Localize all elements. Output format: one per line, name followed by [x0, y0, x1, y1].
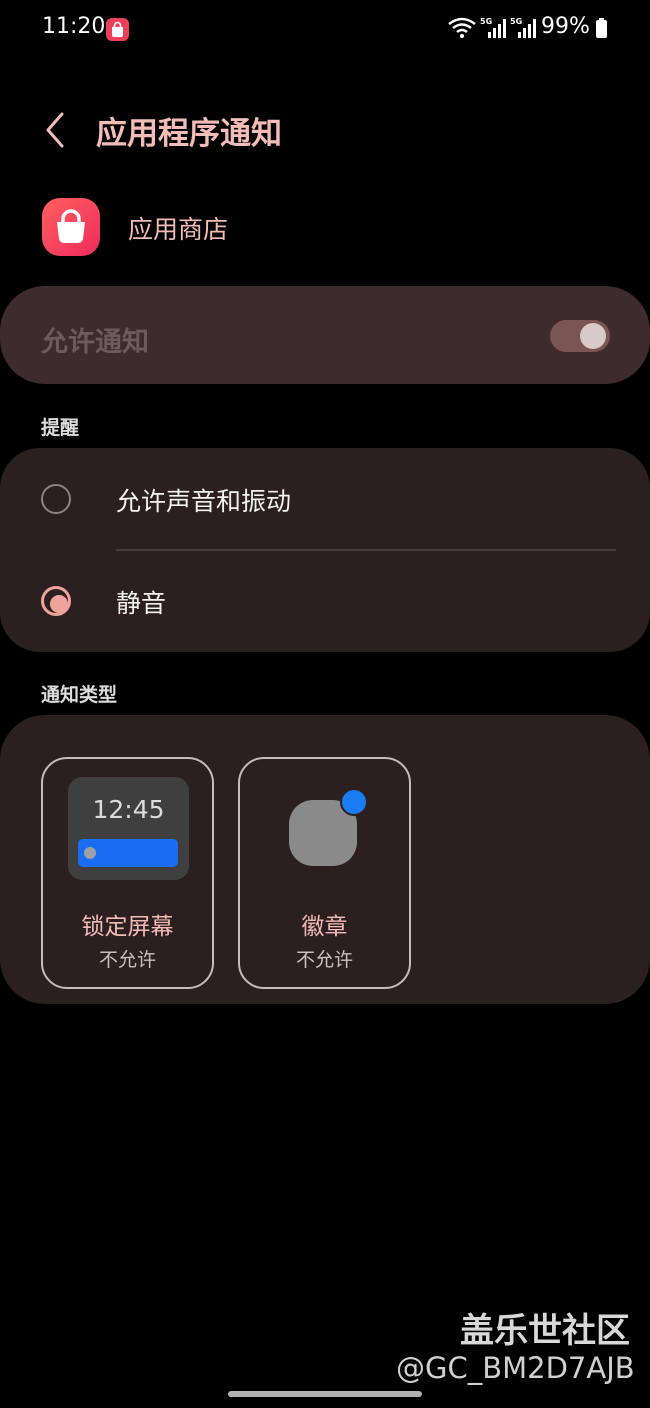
- badge-dot-icon: [340, 788, 368, 816]
- lock-preview-time: 12:45: [92, 795, 165, 824]
- home-indicator[interactable]: [228, 1391, 422, 1397]
- battery-percentage: 99%: [541, 14, 590, 39]
- app-name: 应用商店: [128, 215, 229, 244]
- badge-label: 徽章: [301, 914, 348, 940]
- back-button[interactable]: [42, 110, 74, 150]
- radio-selected-dot: [50, 595, 68, 613]
- shopping-bag-icon: [42, 198, 100, 256]
- lock-preview-dot: [84, 847, 96, 859]
- radio-sound-vibrate[interactable]: [41, 484, 71, 514]
- divider: [116, 549, 616, 551]
- svg-text:5G: 5G: [480, 17, 492, 26]
- option-sound-vibrate-label[interactable]: 允许声音和振动: [116, 482, 291, 518]
- watermark-site: 盖乐世社区: [460, 1311, 630, 1351]
- app-store-notification-icon: [106, 18, 129, 41]
- allow-notifications-label: 允许通知: [41, 327, 149, 358]
- chevron-left-icon: [46, 112, 64, 148]
- status-time: 11:20: [42, 14, 106, 39]
- wifi-icon: [447, 16, 477, 44]
- notification-types-heading: 通知类型: [41, 684, 118, 706]
- 5g-signal-icon: 5G: [510, 16, 538, 44]
- lock-screen-status: 不允许: [98, 949, 156, 971]
- battery-icon: [596, 18, 607, 38]
- toggle-knob: [580, 323, 606, 349]
- badge-status: 不允许: [295, 949, 353, 971]
- option-mute-label[interactable]: 静音: [116, 584, 166, 620]
- reminder-heading: 提醒: [41, 417, 80, 439]
- 5g-signal-icon: 5G: [480, 16, 508, 44]
- watermark-user: @GC_BM2D7AJB: [396, 1351, 635, 1385]
- lock-screen-label: 锁定屏幕: [81, 914, 174, 940]
- svg-text:5G: 5G: [510, 17, 522, 26]
- page-title: 应用程序通知: [96, 116, 282, 152]
